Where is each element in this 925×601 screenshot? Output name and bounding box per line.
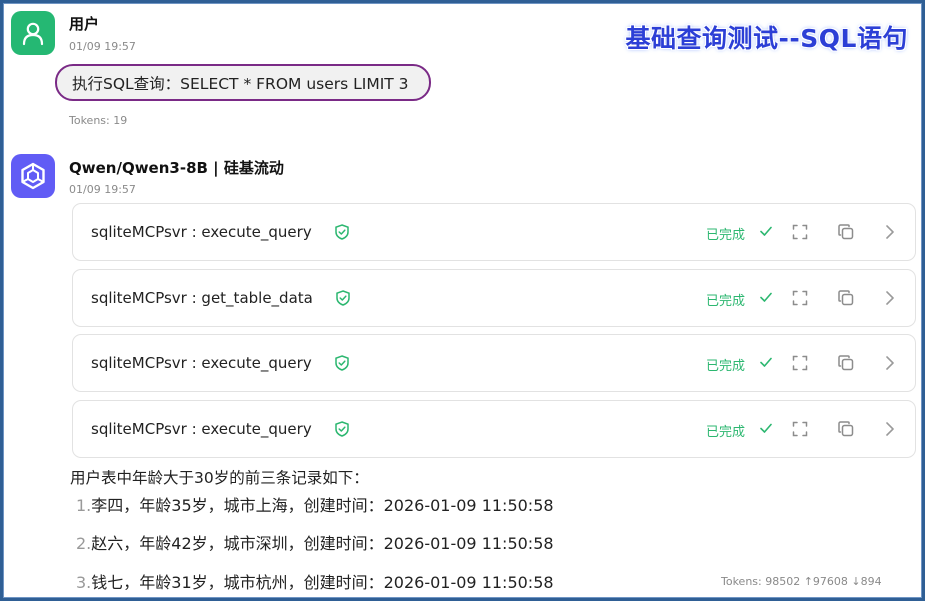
answer-item-number: 3. bbox=[76, 573, 92, 592]
tool-call-card[interactable]: sqliteMCPsvr : get_table_data 已完成 bbox=[72, 269, 916, 327]
user-message-time: 01/09 19:57 bbox=[69, 40, 136, 53]
user-name: 用户 bbox=[69, 15, 100, 33]
chevron-right-icon[interactable] bbox=[884, 355, 896, 375]
assistant-message-time: 01/09 19:57 bbox=[69, 183, 136, 196]
tool-call-card[interactable]: sqliteMCPsvr : execute_query 已完成 bbox=[72, 203, 916, 261]
copy-icon[interactable] bbox=[837, 289, 855, 311]
chevron-right-icon[interactable] bbox=[884, 224, 896, 244]
shield-check-icon bbox=[335, 355, 349, 375]
check-icon bbox=[759, 354, 773, 373]
chevron-right-icon[interactable] bbox=[884, 421, 896, 441]
chevron-right-icon[interactable] bbox=[884, 290, 896, 310]
copy-icon[interactable] bbox=[837, 354, 855, 376]
check-icon bbox=[759, 420, 773, 439]
shield-check-icon bbox=[335, 224, 349, 244]
page-title: 基础查询测试--SQL语句 bbox=[625, 24, 908, 53]
user-tokens: Tokens: 19 bbox=[69, 114, 128, 127]
tool-call-card[interactable]: sqliteMCPsvr : execute_query 已完成 bbox=[72, 334, 916, 392]
user-message-text: 执行SQL查询：SELECT * FROM users LIMIT 3 bbox=[72, 74, 409, 93]
copy-icon[interactable] bbox=[837, 223, 855, 245]
tool-call-status: 已完成 bbox=[706, 228, 746, 243]
shield-check-icon bbox=[335, 421, 349, 441]
tool-call-status: 已完成 bbox=[706, 294, 746, 309]
expand-icon[interactable] bbox=[792, 421, 808, 441]
answer-item-number: 1. bbox=[76, 496, 92, 515]
assistant-name: Qwen/Qwen3-8B | 硅基流动 bbox=[69, 159, 284, 177]
expand-icon[interactable] bbox=[792, 224, 808, 244]
tool-call-name: sqliteMCPsvr : execute_query bbox=[91, 223, 312, 241]
answer-list-item: 1.李四，年龄35岁，城市上海，创建时间：2026-01-09 11:50:58 bbox=[76, 492, 554, 516]
shield-check-icon bbox=[336, 290, 350, 310]
tool-call-name: sqliteMCPsvr : execute_query bbox=[91, 354, 312, 372]
answer-item-text: 李四，年龄35岁，城市上海，创建时间：2026-01-09 11:50:58 bbox=[91, 496, 554, 515]
answer-intro: 用户表中年龄大于30岁的前三条记录如下： bbox=[70, 469, 369, 487]
user-message-bubble: 执行SQL查询：SELECT * FROM users LIMIT 3 bbox=[55, 64, 431, 101]
assistant-avatar bbox=[11, 154, 55, 198]
assistant-tokens: Tokens: 98502 ↑97608 ↓894 bbox=[721, 575, 882, 588]
qwen-logo-icon bbox=[21, 162, 45, 190]
expand-icon[interactable] bbox=[792, 290, 808, 310]
tool-call-name: sqliteMCPsvr : get_table_data bbox=[91, 289, 313, 307]
user-avatar bbox=[11, 11, 55, 55]
answer-list-item: 2.赵六，年龄42岁，城市深圳，创建时间：2026-01-09 11:50:58 bbox=[76, 530, 554, 554]
copy-icon[interactable] bbox=[837, 420, 855, 442]
tool-call-name: sqliteMCPsvr : execute_query bbox=[91, 420, 312, 438]
answer-item-number: 2. bbox=[76, 534, 92, 553]
tool-call-status: 已完成 bbox=[706, 359, 746, 374]
tool-call-card[interactable]: sqliteMCPsvr : execute_query 已完成 bbox=[72, 400, 916, 458]
user-icon bbox=[22, 22, 44, 46]
answer-list-item: 3.钱七，年龄31岁，城市杭州，创建时间：2026-01-09 11:50:58 bbox=[76, 569, 554, 593]
tool-call-status: 已完成 bbox=[706, 425, 746, 440]
check-icon bbox=[759, 289, 773, 308]
check-icon bbox=[759, 223, 773, 242]
answer-item-text: 赵六，年龄42岁，城市深圳，创建时间：2026-01-09 11:50:58 bbox=[91, 534, 554, 553]
answer-item-text: 钱七，年龄31岁，城市杭州，创建时间：2026-01-09 11:50:58 bbox=[91, 573, 554, 592]
expand-icon[interactable] bbox=[792, 355, 808, 375]
